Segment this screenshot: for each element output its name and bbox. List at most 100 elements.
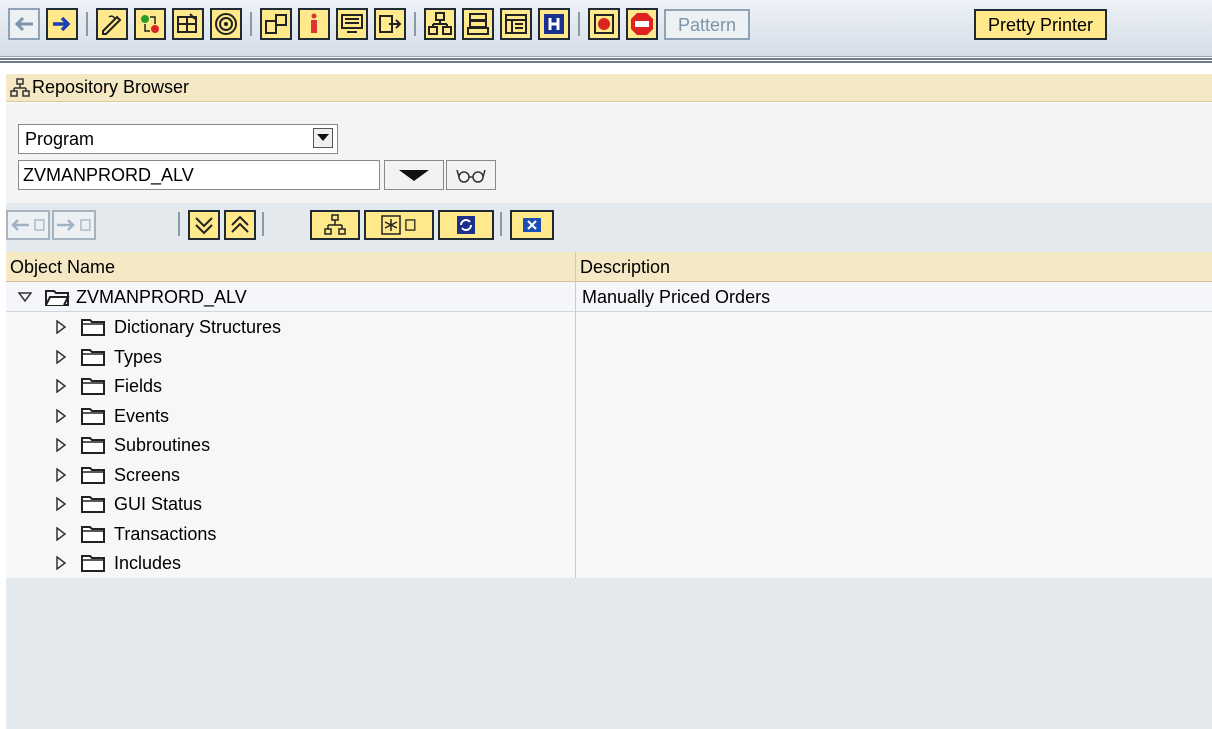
tree-item-label: Events	[114, 405, 170, 426]
object-type-select[interactable]: Program	[18, 124, 338, 154]
back-button[interactable]	[8, 8, 40, 40]
tree-row[interactable]: Fields	[6, 371, 1212, 401]
previous-object-button[interactable]	[6, 210, 50, 240]
panel-title-bar: Repository Browser	[6, 74, 1212, 102]
tree-item-label: Includes	[114, 553, 182, 573]
root-description: Manually Priced Orders	[582, 287, 771, 307]
triangle-collapsed-icon[interactable]	[54, 349, 68, 364]
object-name-input[interactable]	[18, 160, 380, 190]
triangle-collapsed-icon[interactable]	[54, 438, 68, 452]
refresh-icon	[457, 216, 475, 234]
column-header-object-name[interactable]: Object Name	[6, 252, 575, 282]
pattern-button[interactable]: Pattern	[664, 9, 751, 40]
tree-row[interactable]: Types	[6, 342, 1212, 372]
info-button[interactable]	[298, 8, 330, 40]
folder-icon	[81, 348, 105, 366]
check-button[interactable]	[134, 8, 166, 40]
arrow-left-icon	[11, 219, 29, 231]
display-object-button[interactable]	[446, 160, 496, 190]
history-dropdown-button[interactable]	[384, 160, 444, 190]
column-header-description[interactable]: Description	[576, 252, 1212, 282]
object-list-button[interactable]	[336, 8, 368, 40]
next-object-button[interactable]	[52, 210, 96, 240]
panel-title: Repository Browser	[32, 77, 190, 97]
favorites-button[interactable]	[364, 210, 434, 240]
triangle-expanded-icon[interactable]	[18, 290, 32, 304]
arrow-left-icon	[14, 16, 33, 32]
object-hierarchy-button[interactable]	[310, 210, 360, 240]
toolbar-separator	[262, 212, 264, 236]
folder-icon	[81, 525, 105, 543]
close-browser-button[interactable]	[510, 210, 554, 240]
forward-button[interactable]	[46, 8, 78, 40]
triangle-collapsed-icon[interactable]	[54, 320, 68, 334]
expand-icon	[195, 217, 213, 235]
pretty-printer-button[interactable]: Pretty Printer	[974, 9, 1108, 40]
test-button[interactable]	[210, 8, 242, 40]
triangle-collapsed-icon[interactable]	[54, 379, 68, 393]
folder-icon	[81, 437, 105, 454]
triangle-collapsed-icon[interactable]	[54, 556, 68, 570]
column-divider[interactable]	[575, 252, 576, 578]
tree-row[interactable]: Includes	[6, 548, 1212, 578]
document-icon	[405, 219, 416, 231]
triangle-collapsed-icon[interactable]	[54, 497, 68, 511]
collapse-all-button[interactable]	[224, 210, 256, 240]
set-breakpoint-button[interactable]	[588, 8, 620, 40]
stop-sign-icon	[631, 13, 653, 35]
folder-icon	[81, 319, 105, 336]
hierarchy-icon	[324, 214, 346, 235]
tree-children: Dictionary Structures Types Fields Event…	[6, 312, 1212, 578]
tree-row-root[interactable]: ZVMANPRORD_ALV Manually Priced Orders	[6, 282, 1212, 312]
folder-open-icon	[45, 290, 70, 306]
glasses-icon	[456, 169, 486, 183]
triangle-collapsed-icon[interactable]	[54, 467, 68, 482]
folder-icon	[81, 466, 105, 484]
activate-button[interactable]	[172, 8, 204, 40]
layout-button[interactable]	[500, 8, 532, 40]
refresh-button[interactable]	[438, 210, 494, 240]
traffic-light-check-icon	[141, 15, 159, 33]
tree-item-label: Transactions	[114, 523, 217, 544]
info-icon	[311, 13, 317, 33]
display-change-button[interactable]	[96, 8, 128, 40]
arrow-right-icon	[57, 219, 75, 231]
toolbar-separator	[178, 212, 180, 236]
monitor-list-icon	[341, 14, 363, 33]
navigation-button[interactable]	[374, 8, 406, 40]
folder-icon	[81, 407, 105, 425]
help-button[interactable]	[538, 8, 570, 40]
triangle-collapsed-icon[interactable]	[54, 408, 68, 423]
stack-icon	[467, 13, 489, 35]
folder-icon	[81, 555, 105, 572]
triangle-down-icon	[399, 170, 429, 181]
tree-item-label: Subroutines	[114, 435, 211, 455]
folder-icon	[81, 496, 105, 513]
root-name-cell: ZVMANPRORD_ALV	[18, 282, 247, 312]
tree-row[interactable]: Transactions	[6, 519, 1212, 549]
tree-item-label: Screens	[114, 464, 181, 485]
folder-icon	[81, 378, 105, 395]
triangle-collapsed-icon[interactable]	[54, 526, 68, 541]
tree-row[interactable]: Dictionary Structures	[6, 312, 1212, 342]
application-toolbar: Pattern Pretty Printer	[0, 0, 1212, 57]
activate-icon	[177, 13, 197, 33]
tree-row[interactable]: Subroutines	[6, 430, 1212, 460]
close-icon	[523, 218, 541, 232]
dropdown-arrow[interactable]	[313, 128, 333, 148]
stack-button[interactable]	[462, 8, 494, 40]
hierarchy-button[interactable]	[424, 8, 456, 40]
help-h-icon	[544, 14, 564, 34]
where-used-icon	[265, 14, 287, 34]
toolbar-separator	[578, 12, 580, 36]
stop-button[interactable]	[626, 8, 658, 40]
pencil-glasses-icon	[102, 15, 122, 35]
expand-all-button[interactable]	[188, 210, 220, 240]
toolbar-separator	[250, 12, 252, 36]
tree-row[interactable]: Events	[6, 401, 1212, 431]
spiral-icon	[215, 13, 237, 35]
arrow-right-icon	[53, 16, 71, 32]
where-used-button[interactable]	[260, 8, 292, 40]
tree-row[interactable]: GUI Status	[6, 489, 1212, 519]
tree-row[interactable]: Screens	[6, 460, 1212, 490]
